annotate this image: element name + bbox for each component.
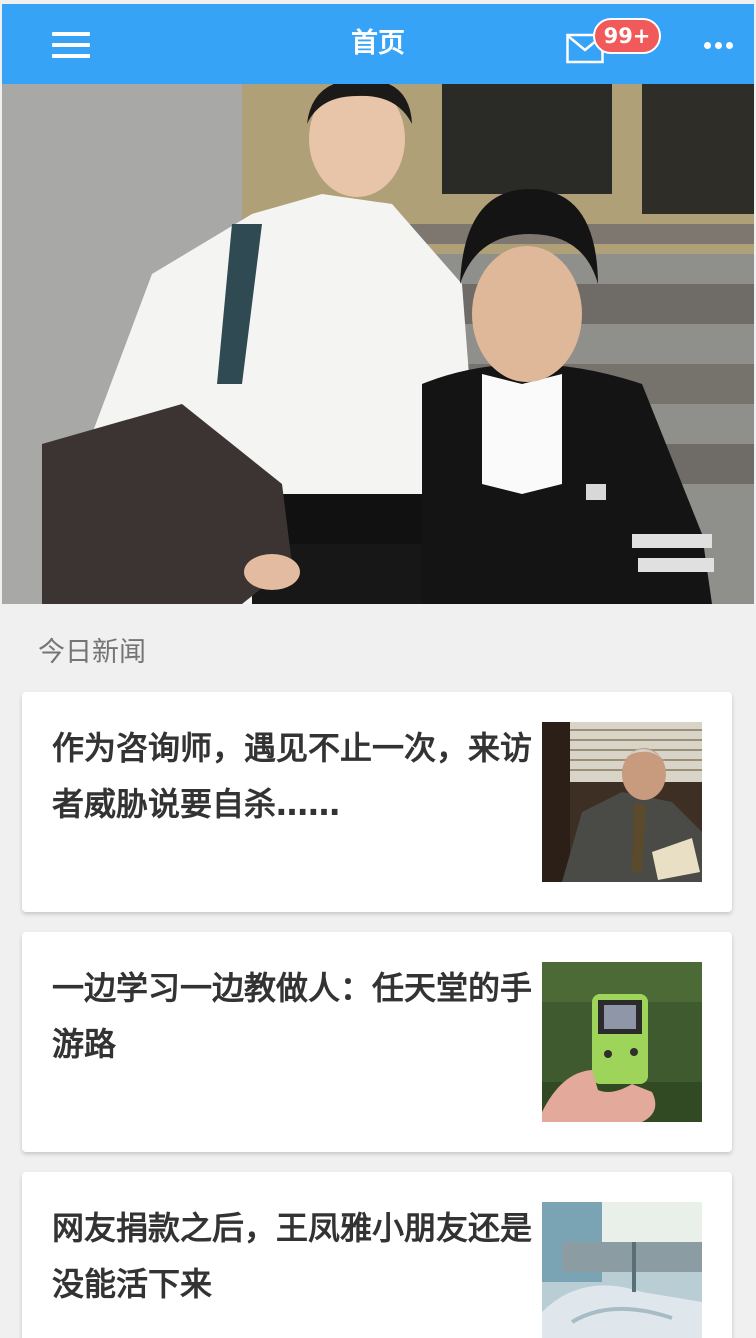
news-thumbnail	[542, 962, 702, 1122]
more-dots-icon[interactable]	[704, 42, 734, 50]
news-card[interactable]: 网友捐款之后，王凤雅小朋友还是没能活下来	[22, 1172, 732, 1338]
news-title: 作为咨询师，遇见不止一次，来访者威胁说要自杀……	[52, 729, 533, 823]
news-card[interactable]: 一边学习一边教做人：任天堂的手游路	[22, 932, 732, 1152]
news-card[interactable]: 作为咨询师，遇见不止一次，来访者威胁说要自杀……	[22, 692, 732, 912]
notification-badge: 99+	[593, 18, 661, 54]
section-label-today-news: 今日新闻	[38, 637, 146, 668]
news-title: 网友捐款之后，王凤雅小朋友还是没能活下来	[52, 1209, 533, 1303]
news-title: 一边学习一边教做人：任天堂的手游路	[52, 969, 533, 1063]
news-thumbnail	[542, 1202, 702, 1338]
hero-image[interactable]	[2, 84, 754, 604]
top-app-bar: 首页 99+	[2, 4, 754, 84]
news-thumbnail	[542, 722, 702, 882]
